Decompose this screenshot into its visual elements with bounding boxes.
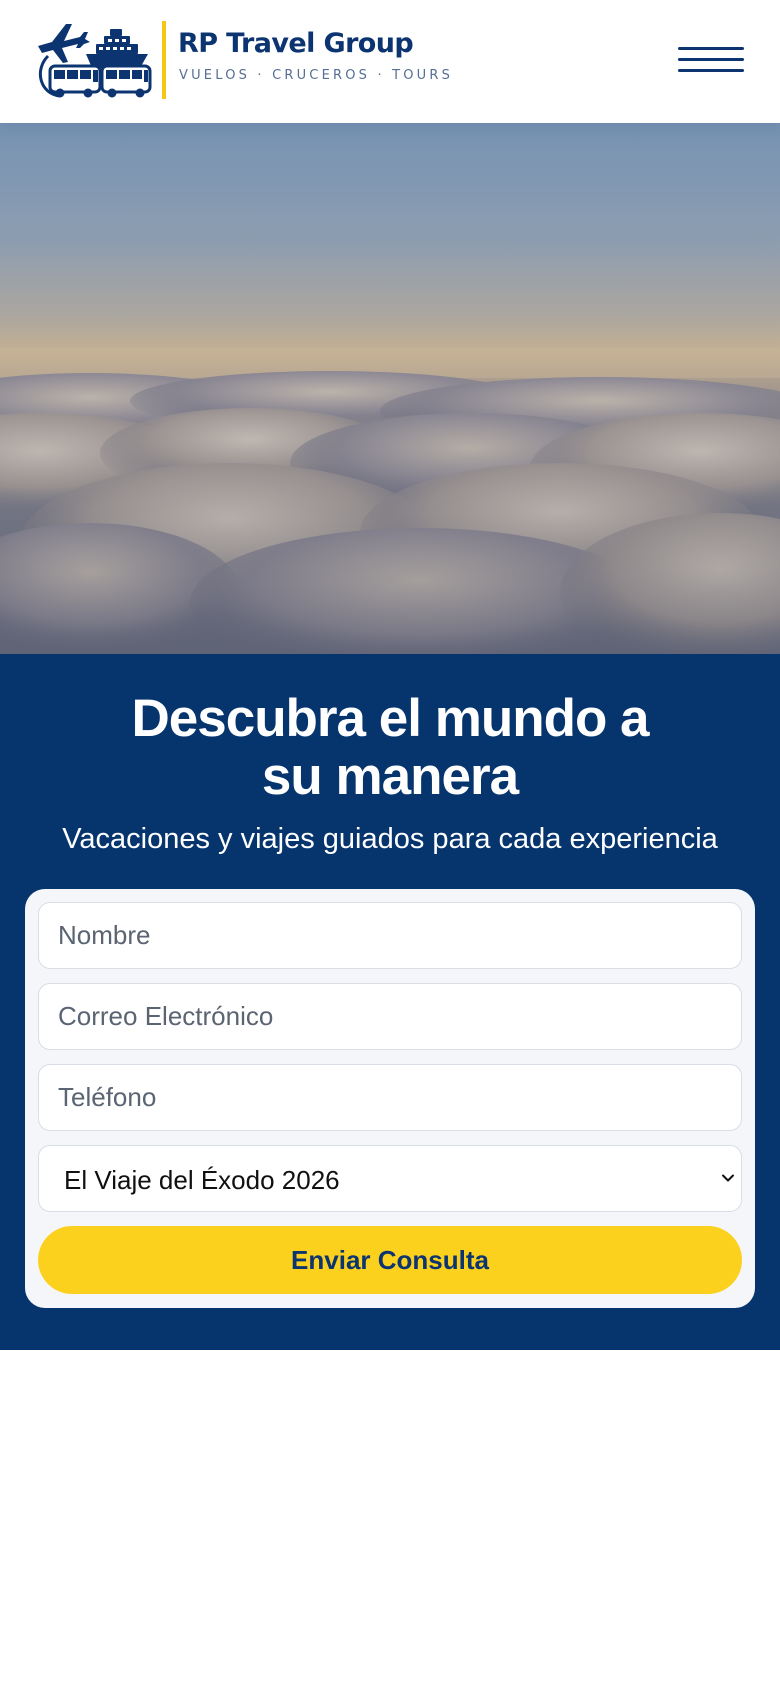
brand-tagline: VUELOS · CRUCEROS · TOURS [179,68,454,83]
trip-select[interactable]: El Viaje del Éxodo 2026 [38,1145,742,1212]
name-input[interactable] [38,902,742,969]
hamburger-menu-icon[interactable] [678,43,744,77]
logo-divider [162,21,166,99]
clouds-image [0,123,780,654]
plane-ship-bus-logo-icon[interactable] [36,20,154,100]
phone-input[interactable] [38,1064,742,1131]
menu-bar-bottom [678,69,744,72]
subheadline: Vacaciones y viajes guiados para cada ex… [62,823,718,855]
headline-line-2: su manera [261,747,519,806]
trip-select-value: El Viaje del Éxodo 2026 [64,1165,340,1195]
brand-name[interactable]: RP Travel Group [178,28,414,59]
submit-button[interactable]: Enviar Consulta [38,1226,742,1294]
site-header: RP Travel Group VUELOS · CRUCEROS · TOUR… [0,0,780,123]
email-input[interactable] [38,983,742,1050]
lead-section: Descubra el mundo a su manera Vacaciones… [0,654,780,1350]
inquiry-form: El Viaje del Éxodo 2026 Enviar Consulta [25,889,755,1308]
menu-bar-middle [678,58,744,61]
menu-bar-top [678,47,744,50]
hero-image [0,123,780,654]
page-bottom-blank [0,1350,780,1688]
headline: Descubra el mundo a su manera [0,690,780,806]
chevron-down-icon [722,1174,734,1182]
headline-line-1: Descubra el mundo a [131,689,649,748]
